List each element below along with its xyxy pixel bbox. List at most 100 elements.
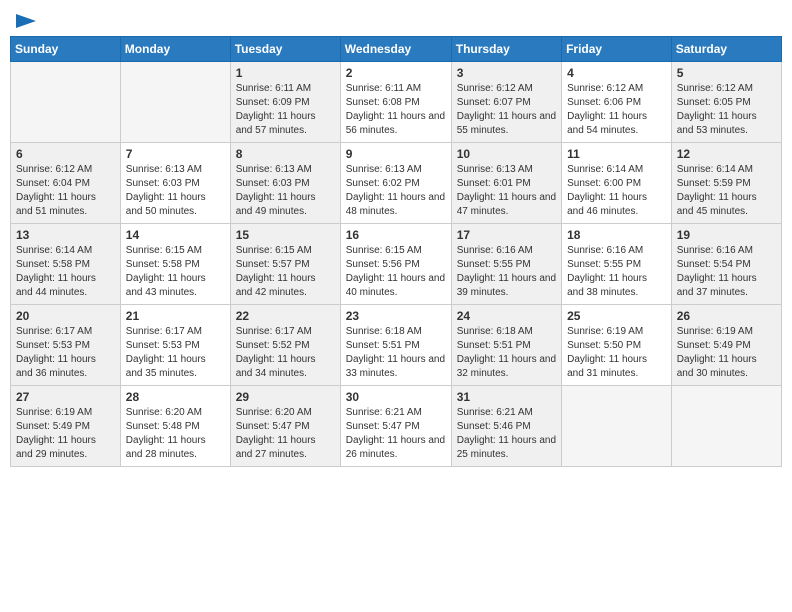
day-info: Sunrise: 6:19 AMSunset: 5:50 PMDaylight:… <box>567 325 666 381</box>
calendar-cell: 20Sunrise: 6:17 AMSunset: 5:53 PMDayligh… <box>11 305 121 386</box>
day-number: 24 <box>457 309 556 323</box>
calendar-cell: 23Sunrise: 6:18 AMSunset: 5:51 PMDayligh… <box>340 305 451 386</box>
calendar-cell: 28 Sunrise: 6:20 AMSunset: 5:48 PMDayligh… <box>120 386 230 467</box>
day-number: 31 <box>457 390 556 404</box>
day-info: Sunrise: 6:13 AMSunset: 6:03 PMDaylight:… <box>236 163 335 219</box>
calendar-week-2: 6 Sunrise: 6:12 AMSunset: 6:04 PMDaylight… <box>11 143 782 224</box>
calendar-cell: 18 Sunrise: 6:16 AMSunset: 5:55 PMDayligh… <box>562 224 672 305</box>
calendar-cell <box>11 62 121 143</box>
day-info: Sunrise: 6:21 AMSunset: 5:46 PMDaylight:… <box>457 406 556 462</box>
logo <box>14 14 36 28</box>
calendar-cell: 9 Sunrise: 6:13 AMSunset: 6:02 PMDaylight… <box>340 143 451 224</box>
day-info: Sunrise: 6:13 AMSunset: 6:02 PMDaylight:… <box>346 163 446 219</box>
day-info: Sunrise: 6:19 AMSunset: 5:49 PMDaylight:… <box>677 325 776 381</box>
day-info: Sunrise: 6:14 AMSunset: 5:59 PMDaylight:… <box>677 163 776 219</box>
calendar-cell: 26Sunrise: 6:19 AMSunset: 5:49 PMDayligh… <box>671 305 781 386</box>
calendar-cell: 15 Sunrise: 6:15 AMSunset: 5:57 PMDayligh… <box>230 224 340 305</box>
day-number: 23 <box>346 309 446 323</box>
day-number: 11 <box>567 147 666 161</box>
calendar-cell <box>120 62 230 143</box>
day-number: 9 <box>346 147 446 161</box>
day-number: 22 <box>236 309 335 323</box>
calendar-cell: 24 Sunrise: 6:18 AMSunset: 5:51 PMDayligh… <box>451 305 561 386</box>
calendar-week-4: 20Sunrise: 6:17 AMSunset: 5:53 PMDayligh… <box>11 305 782 386</box>
day-info: Sunrise: 6:14 AMSunset: 6:00 PMDaylight:… <box>567 163 666 219</box>
day-info: Sunrise: 6:15 AMSunset: 5:56 PMDaylight:… <box>346 244 446 300</box>
day-number: 15 <box>236 228 335 242</box>
day-number: 16 <box>346 228 446 242</box>
day-number: 8 <box>236 147 335 161</box>
day-info: Sunrise: 6:18 AMSunset: 5:51 PMDaylight:… <box>457 325 556 381</box>
day-info: Sunrise: 6:15 AMSunset: 5:58 PMDaylight:… <box>126 244 225 300</box>
calendar-cell: 7 Sunrise: 6:13 AMSunset: 6:03 PMDaylight… <box>120 143 230 224</box>
day-info: Sunrise: 6:17 AMSunset: 5:53 PMDaylight:… <box>16 325 115 381</box>
day-info: Sunrise: 6:12 AMSunset: 6:04 PMDaylight:… <box>16 163 115 219</box>
calendar-cell: 5 Sunrise: 6:12 AMSunset: 6:05 PMDaylight… <box>671 62 781 143</box>
calendar-cell: 19 Sunrise: 6:16 AMSunset: 5:54 PMDayligh… <box>671 224 781 305</box>
calendar-cell: 16 Sunrise: 6:15 AMSunset: 5:56 PMDayligh… <box>340 224 451 305</box>
day-info: Sunrise: 6:17 AMSunset: 5:52 PMDaylight:… <box>236 325 335 381</box>
day-info: Sunrise: 6:16 AMSunset: 5:54 PMDaylight:… <box>677 244 776 300</box>
day-info: Sunrise: 6:12 AMSunset: 6:06 PMDaylight:… <box>567 82 666 138</box>
day-info: Sunrise: 6:15 AMSunset: 5:57 PMDaylight:… <box>236 244 335 300</box>
day-number: 7 <box>126 147 225 161</box>
calendar-cell: 17Sunrise: 6:16 AMSunset: 5:55 PMDayligh… <box>451 224 561 305</box>
day-number: 27 <box>16 390 115 404</box>
calendar-header-row: SundayMondayTuesdayWednesdayThursdayFrid… <box>11 37 782 62</box>
calendar-header-sunday: Sunday <box>11 37 121 62</box>
day-number: 10 <box>457 147 556 161</box>
day-number: 5 <box>677 66 776 80</box>
day-number: 25 <box>567 309 666 323</box>
day-number: 19 <box>677 228 776 242</box>
day-info: Sunrise: 6:11 AMSunset: 6:08 PMDaylight:… <box>346 82 446 138</box>
calendar-cell: 3Sunrise: 6:12 AMSunset: 6:07 PMDaylight… <box>451 62 561 143</box>
day-info: Sunrise: 6:13 AMSunset: 6:03 PMDaylight:… <box>126 163 225 219</box>
day-number: 12 <box>677 147 776 161</box>
calendar-week-3: 13 Sunrise: 6:14 AMSunset: 5:58 PMDayligh… <box>11 224 782 305</box>
day-number: 29 <box>236 390 335 404</box>
day-number: 21 <box>126 309 225 323</box>
day-info: Sunrise: 6:14 AMSunset: 5:58 PMDaylight:… <box>16 244 115 300</box>
calendar-header-tuesday: Tuesday <box>230 37 340 62</box>
calendar-week-5: 27 Sunrise: 6:19 AMSunset: 5:49 PMDayligh… <box>11 386 782 467</box>
day-info: Sunrise: 6:20 AMSunset: 5:48 PMDaylight:… <box>126 406 225 462</box>
day-number: 18 <box>567 228 666 242</box>
day-number: 30 <box>346 390 446 404</box>
day-info: Sunrise: 6:16 AMSunset: 5:55 PMDaylight:… <box>457 244 556 300</box>
calendar-cell <box>671 386 781 467</box>
calendar-header-wednesday: Wednesday <box>340 37 451 62</box>
calendar-cell: 12 Sunrise: 6:14 AMSunset: 5:59 PMDayligh… <box>671 143 781 224</box>
calendar-cell: 13 Sunrise: 6:14 AMSunset: 5:58 PMDayligh… <box>11 224 121 305</box>
day-info: Sunrise: 6:17 AMSunset: 5:53 PMDaylight:… <box>126 325 225 381</box>
day-number: 6 <box>16 147 115 161</box>
calendar-cell: 29 Sunrise: 6:20 AMSunset: 5:47 PMDayligh… <box>230 386 340 467</box>
calendar-cell: 4 Sunrise: 6:12 AMSunset: 6:06 PMDaylight… <box>562 62 672 143</box>
calendar-header-saturday: Saturday <box>671 37 781 62</box>
day-number: 28 <box>126 390 225 404</box>
day-info: Sunrise: 6:16 AMSunset: 5:55 PMDaylight:… <box>567 244 666 300</box>
day-info: Sunrise: 6:19 AMSunset: 5:49 PMDaylight:… <box>16 406 115 462</box>
page-header <box>10 10 782 28</box>
day-number: 1 <box>236 66 335 80</box>
day-info: Sunrise: 6:12 AMSunset: 6:05 PMDaylight:… <box>677 82 776 138</box>
calendar-cell: 14 Sunrise: 6:15 AMSunset: 5:58 PMDayligh… <box>120 224 230 305</box>
day-info: Sunrise: 6:21 AMSunset: 5:47 PMDaylight:… <box>346 406 446 462</box>
calendar-cell: 27 Sunrise: 6:19 AMSunset: 5:49 PMDayligh… <box>11 386 121 467</box>
calendar-header-friday: Friday <box>562 37 672 62</box>
day-number: 4 <box>567 66 666 80</box>
calendar-cell: 21 Sunrise: 6:17 AMSunset: 5:53 PMDayligh… <box>120 305 230 386</box>
calendar-cell: 22 Sunrise: 6:17 AMSunset: 5:52 PMDayligh… <box>230 305 340 386</box>
calendar-cell: 6 Sunrise: 6:12 AMSunset: 6:04 PMDaylight… <box>11 143 121 224</box>
day-number: 13 <box>16 228 115 242</box>
day-info: Sunrise: 6:20 AMSunset: 5:47 PMDaylight:… <box>236 406 335 462</box>
calendar-cell: 30 Sunrise: 6:21 AMSunset: 5:47 PMDayligh… <box>340 386 451 467</box>
calendar-cell: 10 Sunrise: 6:13 AMSunset: 6:01 PMDayligh… <box>451 143 561 224</box>
calendar-cell: 2 Sunrise: 6:11 AMSunset: 6:08 PMDaylight… <box>340 62 451 143</box>
calendar-cell: 31 Sunrise: 6:21 AMSunset: 5:46 PMDayligh… <box>451 386 561 467</box>
calendar-cell: 11 Sunrise: 6:14 AMSunset: 6:00 PMDayligh… <box>562 143 672 224</box>
day-info: Sunrise: 6:12 AMSunset: 6:07 PMDaylight:… <box>457 82 556 138</box>
day-number: 2 <box>346 66 446 80</box>
calendar-header-monday: Monday <box>120 37 230 62</box>
day-number: 14 <box>126 228 225 242</box>
day-info: Sunrise: 6:13 AMSunset: 6:01 PMDaylight:… <box>457 163 556 219</box>
